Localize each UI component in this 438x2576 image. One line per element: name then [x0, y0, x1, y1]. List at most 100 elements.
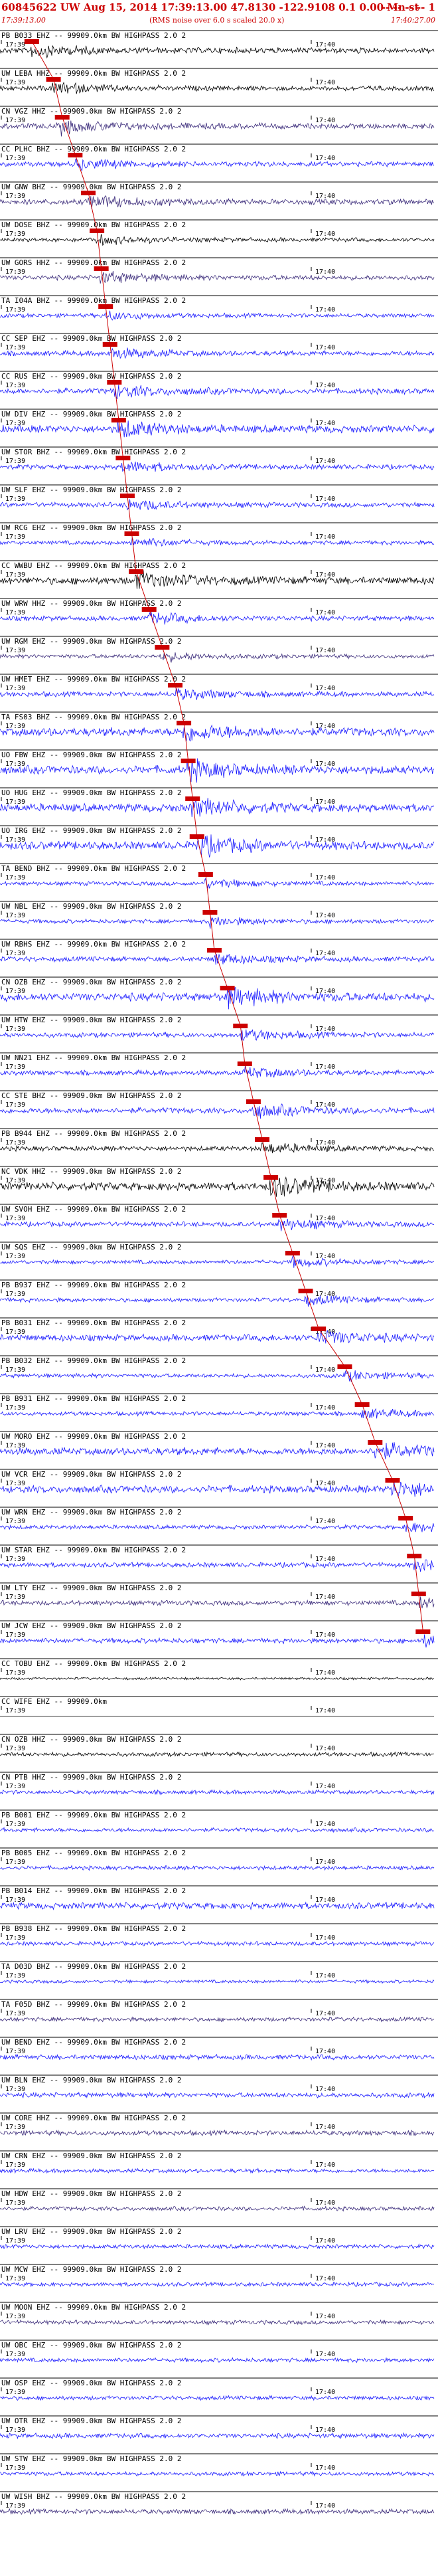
trace-label: UW STW EHZ -- 99909.0km BW HIGHPASS 2.0 … [1, 2454, 182, 2463]
waveform [0, 1634, 435, 1648]
waveform [0, 612, 435, 625]
tick-label-right: 17:40 [315, 2313, 335, 2320]
tick-label-left: 17:39 [5, 1783, 25, 1790]
trace-row: UW STW EHZ -- 99909.0km BW HIGHPASS 2.0 … [0, 2453, 438, 2477]
trace-row: UO HUG EHZ -- 99909.0km BW HIGHPASS 2.0 … [0, 787, 438, 818]
tick-label-right: 17:40 [315, 230, 335, 238]
trace-label: UW LRV EHZ -- 99909.0km BW HIGHPASS 2.0 … [1, 2227, 182, 2236]
tick-label-left: 17:39 [5, 1556, 25, 1563]
trace-label: PB B937 EHZ -- 99909.0km BW HIGHPASS 2.0… [1, 1281, 186, 1289]
trace-row: UW DOSE BHZ -- 99909.0km BW HIGHPASS 2.0… [0, 219, 438, 246]
waveform [0, 1255, 435, 1268]
tick-label-right: 17:40 [315, 1934, 335, 1942]
waveform [0, 2470, 435, 2477]
tick-label-right: 17:40 [315, 571, 335, 579]
tick-label-left: 17:39 [5, 647, 25, 654]
trace-label: PB B944 EHZ -- 99909.0km BW HIGHPASS 2.0… [1, 1129, 186, 1138]
tick-label-left: 17:39 [5, 1594, 25, 1601]
tick-label-left: 17:39 [5, 950, 25, 957]
waveform [0, 954, 435, 965]
trace-row: UW BEND EHZ -- 99909.0km BW HIGHPASS 2.0… [0, 2037, 438, 2061]
trace-row: PB B944 EHZ -- 99909.0km BW HIGHPASS 2.0… [0, 1128, 438, 1154]
tick-label-right: 17:40 [315, 306, 335, 314]
trace-row: TA I04A BHZ -- 99909.0km BW HIGHPASS 2.0… [0, 295, 438, 321]
trace-label: UO HUG EHZ -- 99909.0km BW HIGHPASS 2.0 … [1, 788, 182, 797]
trace-label: UW RBHS EHZ -- 99909.0km BW HIGHPASS 2.0… [1, 940, 186, 949]
tick-label-left: 17:39 [5, 1480, 25, 1487]
tick-label-right: 17:40 [315, 1215, 335, 1222]
waveform [0, 499, 435, 511]
waveform [0, 418, 435, 438]
waveform [0, 1940, 435, 1947]
trace-row: UW VCR EHZ -- 99909.0km BW HIGHPASS 2.0 … [0, 1469, 438, 1498]
tick-label-right: 17:40 [315, 1404, 335, 1412]
waveform [0, 2053, 435, 2061]
trace-label: CN OZB EHZ -- 99909.0km BW HIGHPASS 2.0 … [1, 978, 182, 986]
tick-label-right: 17:40 [315, 1631, 335, 1639]
waveform [0, 758, 435, 783]
trace-row: UW WISH BHZ -- 99909.0km BW HIGHPASS 2.0… [0, 2491, 438, 2516]
tick-label-left: 17:39 [5, 685, 25, 692]
trace-row: PB B032 EHZ -- 99909.0km BW HIGHPASS 2.0… [0, 1355, 438, 1382]
trace-label: UW OBC EHZ -- 99909.0km BW HIGHPASS 2.0 … [1, 2341, 182, 2349]
trace-row: UW MCW EHZ -- 99909.0km BW HIGHPASS 2.0 … [0, 2264, 438, 2288]
waveform [0, 461, 435, 472]
waveform [0, 877, 435, 889]
trace-label: UW HTW EHZ -- 99909.0km BW HIGHPASS 2.0 … [1, 1016, 182, 1024]
tick-label-right: 17:40 [315, 1821, 335, 1828]
tick-label-left: 17:39 [5, 1972, 25, 1979]
trace-label: UW CORE HHZ -- 99909.0km BW HIGHPASS 2.0… [1, 2114, 186, 2122]
waveform [0, 537, 435, 547]
tick-label-left: 17:39 [5, 1404, 25, 1412]
trace-label: TA BEND BHZ -- 99909.0km BW HIGHPASS 2.0… [1, 864, 186, 873]
trace-row: UW RGM EHZ -- 99909.0km BW HIGHPASS 2.0 … [0, 636, 438, 663]
tick-label-right: 17:40 [315, 1442, 335, 1449]
tick-label-left: 17:39 [5, 1063, 25, 1071]
tick-label-right: 17:40 [315, 2275, 335, 2282]
trace-row: CC STE BHZ -- 99909.0km BW HIGHPASS 2.0 … [0, 1090, 438, 1119]
tick-label-left: 17:39 [5, 2313, 25, 2320]
tick-label-right: 17:40 [315, 1253, 335, 1260]
tick-label-left: 17:39 [5, 1518, 25, 1525]
tick-label-left: 17:39 [5, 155, 25, 162]
trace-label: UW BEND EHZ -- 99909.0km BW HIGHPASS 2.0… [1, 2038, 186, 2047]
trace-row: UW STAR EHZ -- 99909.0km BW HIGHPASS 2.0… [0, 1544, 438, 1572]
trace-label: UW SVOH EHZ -- 99909.0km BW HIGHPASS 2.0… [1, 1205, 186, 1214]
trace-row: PB B937 EHZ -- 99909.0km BW HIGHPASS 2.0… [0, 1279, 438, 1307]
trace-row: UW OSP EHZ -- 99909.0km BW HIGHPASS 2.0 … [0, 2377, 438, 2401]
trace-row: UW DIV EHZ -- 99909.0km BW HIGHPASS 2.0 … [0, 409, 438, 438]
trace-label: CC PLHC BHZ -- 99909.0km BW HIGHPASS 2.0… [1, 145, 186, 153]
tick-label-left: 17:39 [5, 2199, 25, 2207]
trace-row: UW MORO EHZ -- 99909.0km BW HIGHPASS 2.0… [0, 1431, 438, 1459]
tick-label-left: 17:39 [5, 2237, 25, 2245]
tick-label-right: 17:40 [315, 761, 335, 768]
trace-label: CC WIFE EHZ -- 99909.0km [1, 1697, 107, 1706]
tick-label-right: 17:40 [315, 836, 335, 844]
waveform [0, 1481, 435, 1498]
trace-label: PB B001 EHZ -- 99909.0km BW HIGHPASS 2.0… [1, 1811, 186, 1819]
tick-label-right: 17:40 [315, 533, 335, 541]
trace-row: UW HDW EHZ -- 99909.0km BW HIGHPASS 2.0 … [0, 2188, 438, 2212]
trace-row: UW GNW BHZ -- 99909.0km BW HIGHPASS 2.0 … [0, 181, 438, 209]
trace-row: UW CRN EHZ -- 99909.0km BW HIGHPASS 2.0 … [0, 2150, 438, 2174]
trace-label: TA D03D BHZ -- 99909.0km BW HIGHPASS 2.0… [1, 1962, 186, 1971]
tick-label-left: 17:39 [5, 1329, 25, 1336]
trace-row: NC VDK HHZ -- 99909.0km BW HIGHPASS 2.0 … [0, 1166, 438, 1197]
waveform [0, 1029, 435, 1042]
trace-row: UW CORE HHZ -- 99909.0km BW HIGHPASS 2.0… [0, 2112, 438, 2137]
trace-label: TA I04A BHZ -- 99909.0km BW HIGHPASS 2.0… [1, 296, 186, 305]
trace-label: CC RUS EHZ -- 99909.0km BW HIGHPASS 2.0 … [1, 372, 182, 381]
trace-label: UW DOSE BHZ -- 99909.0km BW HIGHPASS 2.0… [1, 221, 186, 229]
tick-label-left: 17:39 [5, 193, 25, 200]
trace-row: PB B001 EHZ -- 99909.0km BW HIGHPASS 2.0… [0, 1809, 438, 1833]
trace-row: CC TOBU EHZ -- 99909.0km BW HIGHPASS 2.0… [0, 1658, 438, 1681]
trace-label: TA F05D BHZ -- 99909.0km BW HIGHPASS 2.0… [1, 2000, 186, 2009]
trace-row: UW SQS EHZ -- 99909.0km BW HIGHPASS 2.0 … [0, 1242, 438, 1268]
trace-label: UW HMET EHZ -- 99909.0km BW HIGHPASS 2.0… [1, 675, 186, 684]
tick-label-right: 17:40 [315, 420, 335, 427]
waveform [0, 2357, 435, 2363]
trace-label: UW STOR BHZ -- 99909.0km BW HIGHPASS 2.0… [1, 448, 186, 456]
tick-label-left: 17:39 [5, 2351, 25, 2358]
waveform [0, 1596, 435, 1609]
tick-label-left: 17:39 [5, 230, 25, 238]
